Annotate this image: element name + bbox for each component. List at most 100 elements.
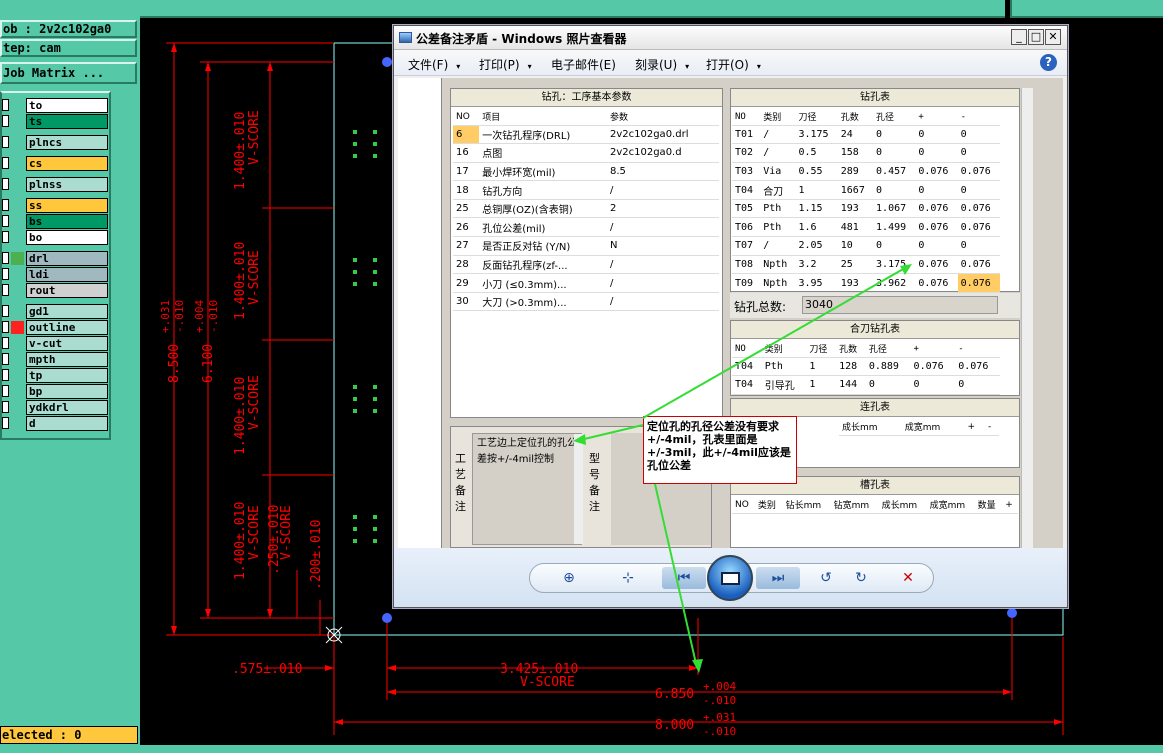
minimize-button[interactable]: _ [1011,29,1027,45]
pad [353,385,357,389]
column-header[interactable]: - [985,419,999,436]
pad [353,397,357,401]
table-row[interactable]: T01/3.175 24 0 0 0 [732,125,1000,145]
table-cell: 0.076 [915,162,958,182]
table-row[interactable]: T05 Pth 1.15 193 1.067 0.076 0.076 [732,199,1000,219]
delete-icon[interactable]: ✕ [896,567,920,589]
table-row[interactable]: T03 Via 0.55 289 0.457 0.076 0.076 [732,162,1000,182]
maximize-button[interactable]: □ [1028,29,1044,45]
table-row[interactable]: 26 孔位公差(mil) / [453,217,719,238]
column-header[interactable]: 钻宽mm [830,497,879,514]
menu-burn[interactable]: 刻录(U) ▾ [635,56,689,73]
menu-file[interactable]: 文件(F) ▾ [408,56,460,73]
table-row[interactable]: 6 一次钻孔程序(DRL) 2v2c102ga0.drl [453,125,719,145]
dim-vscore-bottom: V-SCORE [520,675,575,690]
table-row[interactable]: 25 总铜厚(OZ)(含表铜) 2 [453,199,719,219]
column-header[interactable]: 刀径 [795,109,838,126]
column-header[interactable]: 孔数 [836,341,866,358]
column-header[interactable]: 孔径 [865,341,911,358]
previous-icon[interactable]: ⏮ [662,567,706,589]
column-header[interactable]: 类别 [761,341,807,358]
column-header[interactable]: 类别 [760,109,796,126]
column-header[interactable]: NO [453,109,480,126]
column-header[interactable]: 数量 [974,497,1003,514]
column-header[interactable]: + [964,419,985,436]
menu-email[interactable]: 电子邮件(E) [551,56,616,73]
table-row[interactable]: T08 Npth 3.2 25 3.175 0.076 0.076 [732,255,1000,275]
table-row[interactable]: 28 反面钻孔程序(zf-... / [453,255,719,275]
column-header[interactable]: + [1002,497,1018,514]
table-row[interactable]: 30 大刀 (>0.3mm)... / [453,292,719,312]
process-note-text[interactable]: 工艺边上定位孔的孔公差按+/-4mil控制 [472,433,582,545]
column-header[interactable]: NO [732,497,755,514]
table-cell: 0 [957,236,1000,256]
table-cell: 0 [873,180,916,200]
dim-1400-a: 1.400±.010 [233,112,248,190]
table-cell: 18 [453,180,480,200]
rotate-cw-icon[interactable]: ↻ [849,567,873,589]
column-header[interactable]: NO [732,109,761,126]
column-header[interactable]: 类别 [754,497,783,514]
table-row[interactable]: T06 Pth 1.6 481 1.499 0.076 0.076 [732,217,1000,238]
column-header[interactable]: - [957,109,1000,126]
note-scrollbar[interactable] [574,434,583,544]
table-cell: 0.076 [910,357,956,377]
column-header[interactable]: 钻长mm [782,497,831,514]
column-header[interactable]: NO [732,341,762,358]
table-cell: 481 [837,217,874,238]
table-row[interactable]: T07/2.05 10 0 0 0 [732,236,1000,256]
table-row[interactable]: T04 合刀 1 1667 0 0 0 [732,180,1000,200]
menu-open[interactable]: 打开(O) ▾ [706,56,761,73]
table-row[interactable]: T02/0.5 158 0 0 0 [732,143,1000,163]
scrollbar[interactable] [1021,88,1033,548]
pad [353,258,357,262]
table-row[interactable]: 18 钻孔方向 / [453,180,719,200]
table-cell: 1.6 [795,217,838,238]
column-header[interactable]: 孔数 [837,109,874,126]
column-header[interactable]: 项目 [479,109,607,126]
table-cell: 0.076 [957,217,1000,238]
table-cell: 24 [837,125,874,145]
table-cell: 28 [453,255,480,275]
pad [353,154,357,158]
column-header[interactable]: + [915,109,958,126]
table-cell: 0.5 [795,143,838,163]
zoom-icon[interactable]: ⊕ [557,567,581,589]
column-header[interactable]: 参数 [606,109,719,126]
table-row[interactable]: T04 Pth 1 128 0.889 0.076 0.076 [732,357,1000,377]
column-header[interactable]: 孔径 [873,109,916,126]
table-cell: 30 [453,292,480,312]
dim-vscore-c: V-SCORE [247,375,262,430]
table-row[interactable]: 29 小刀 (≤0.3mm)... / [453,273,719,293]
column-header[interactable]: 刀径 [806,341,837,358]
table-row[interactable]: T04 引导孔 1 144 0 0 0 [732,375,1000,395]
column-header[interactable]: 成长mm [878,497,927,514]
help-icon[interactable]: ? [1040,54,1057,71]
table-cell: 193 [837,273,874,293]
next-icon[interactable]: ⏭ [756,567,800,589]
column-header[interactable]: 成宽mm [926,497,975,514]
dim-8500-minus: -.010 [173,300,186,333]
table-cell: 289 [837,162,874,182]
column-header[interactable]: 成宽mm [901,419,965,436]
pad [353,409,357,413]
fit-window-icon[interactable]: ⊹ [616,567,640,589]
close-button[interactable]: ✕ [1045,29,1061,45]
table-cell: 27 [453,236,480,256]
menu-print[interactable]: 打印(P) ▾ [479,56,532,73]
table-cell: 29 [453,273,480,293]
column-header[interactable]: 成长mm [839,419,902,436]
table-cell: 1 [795,180,838,200]
table-row[interactable]: 16 点图 2v2c102ga0.d [453,143,719,163]
column-header[interactable]: + [910,341,956,358]
rotate-ccw-icon[interactable]: ↺ [814,567,838,589]
pad [373,515,377,519]
table-cell: 1.15 [795,199,838,219]
table-row[interactable]: 27 是否正反对钻 (Y/N) N [453,236,719,256]
column-header[interactable]: - [955,341,1000,358]
slideshow-button[interactable] [707,555,753,601]
table-cell: Pth [760,217,796,238]
table-row[interactable]: T09 Npth 3.95 193 3.962 0.076 0.076 [732,273,1000,293]
table-cell: / [606,180,719,200]
table-row[interactable]: 17 最小焊环宽(mil) 8.5 [453,162,719,182]
